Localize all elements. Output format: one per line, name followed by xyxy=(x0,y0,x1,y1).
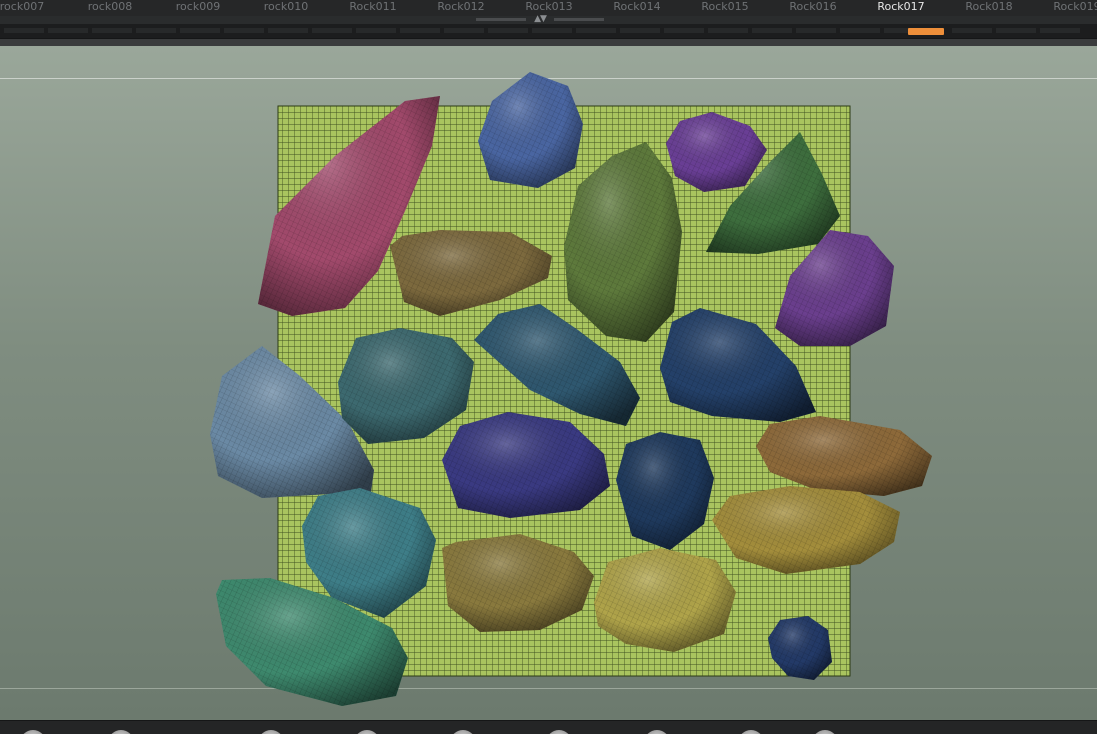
material-dial[interactable] xyxy=(738,730,764,734)
scene-render xyxy=(210,72,932,706)
handle-grip-right xyxy=(554,18,604,21)
slot[interactable] xyxy=(488,28,528,33)
slot[interactable] xyxy=(268,28,308,33)
slot[interactable] xyxy=(532,28,572,33)
tab-rock007[interactable]: rock007 xyxy=(0,0,66,16)
bottom-shelf xyxy=(0,720,1097,734)
tab-rock009[interactable]: rock009 xyxy=(154,0,242,16)
material-dial[interactable] xyxy=(258,730,284,734)
slot[interactable] xyxy=(840,28,880,33)
slot[interactable] xyxy=(92,28,132,33)
tab-rock016[interactable]: Rock016 xyxy=(769,0,857,16)
material-dial[interactable] xyxy=(108,730,134,734)
tab-rock015[interactable]: Rock015 xyxy=(681,0,769,16)
tab-rock008[interactable]: rock008 xyxy=(66,0,154,16)
active-subtool-indicator xyxy=(908,28,944,35)
slot[interactable] xyxy=(752,28,792,33)
slot[interactable] xyxy=(48,28,88,33)
material-dial[interactable] xyxy=(354,730,380,734)
slot[interactable] xyxy=(1040,28,1080,33)
tab-bar-collapse-handle[interactable]: ▲▼ xyxy=(476,14,604,24)
material-dial[interactable] xyxy=(812,730,838,734)
rock-mesh[interactable] xyxy=(594,548,736,652)
slot[interactable] xyxy=(312,28,352,33)
material-dial[interactable] xyxy=(546,730,572,734)
zbrush-window: rock007 rock008 rock009 rock010 Rock011 … xyxy=(0,0,1097,734)
slot[interactable] xyxy=(180,28,220,33)
slot[interactable] xyxy=(224,28,264,33)
tab-rock019[interactable]: Rock019 xyxy=(1033,0,1097,16)
slot[interactable] xyxy=(952,28,992,33)
handle-grip-left xyxy=(476,18,526,21)
tab-rock010[interactable]: rock010 xyxy=(242,0,330,16)
slot[interactable] xyxy=(136,28,176,33)
material-dial[interactable] xyxy=(20,730,46,734)
slot[interactable] xyxy=(4,28,44,33)
slot[interactable] xyxy=(996,28,1036,33)
slot[interactable] xyxy=(576,28,616,33)
tab-rock018[interactable]: Rock018 xyxy=(945,0,1033,16)
slot[interactable] xyxy=(796,28,836,33)
tab-rock017[interactable]: Rock017 xyxy=(857,0,945,16)
3d-viewport[interactable] xyxy=(0,46,1097,720)
slot[interactable] xyxy=(620,28,660,33)
tab-rock014[interactable]: Rock014 xyxy=(593,0,681,16)
tab-rock012[interactable]: Rock012 xyxy=(417,0,505,16)
material-dial[interactable] xyxy=(450,730,476,734)
slot[interactable] xyxy=(400,28,440,33)
tab-rock011[interactable]: Rock011 xyxy=(329,0,417,16)
slot[interactable] xyxy=(444,28,484,33)
material-dial[interactable] xyxy=(644,730,670,734)
rock-mesh[interactable] xyxy=(478,72,583,188)
slot[interactable] xyxy=(708,28,748,33)
slot[interactable] xyxy=(664,28,704,33)
slot[interactable] xyxy=(356,28,396,33)
